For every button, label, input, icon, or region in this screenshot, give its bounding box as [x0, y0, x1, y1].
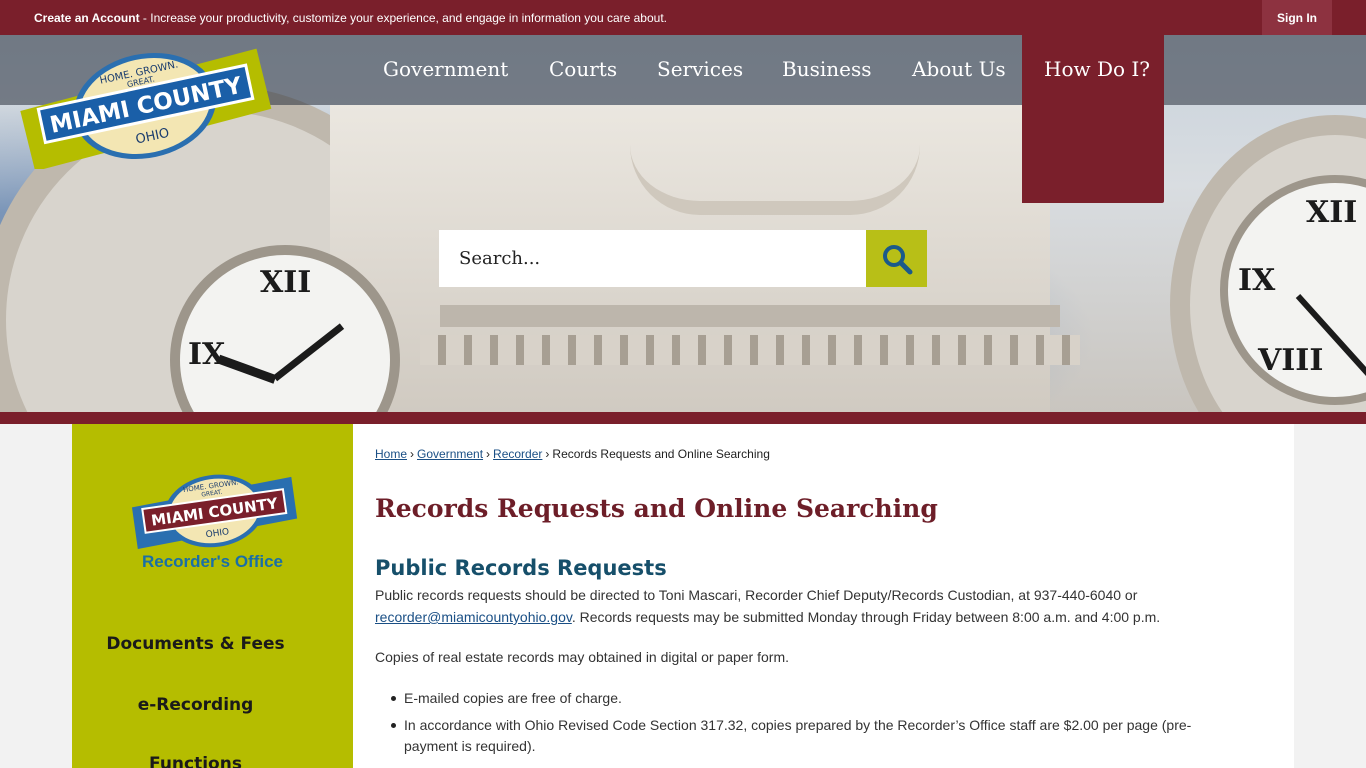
site-logo[interactable]: MIAMI COUNTY HOME. GROWN. GREAT. OHIO [16, 43, 274, 172]
breadcrumb-separator: › [486, 447, 491, 461]
nav-about-us[interactable]: About Us [912, 57, 1006, 81]
hero-garland-carving [630, 145, 920, 215]
miami-county-logo-graphic: MIAMI COUNTY HOME. GROWN. GREAT. OHIO [20, 48, 272, 172]
records-request-paragraph: Public records requests should be direct… [375, 584, 1195, 628]
hero-cornice [440, 305, 1060, 327]
breadcrumb-current: Records Requests and Online Searching [552, 447, 770, 461]
search-button[interactable] [866, 230, 927, 287]
nav-government[interactable]: Government [383, 57, 508, 81]
breadcrumb-home[interactable]: Home [375, 447, 407, 461]
section-heading: Public Records Requests [375, 556, 667, 580]
nav-services[interactable]: Services [657, 57, 743, 81]
recorder-email-link[interactable]: recorder@miamicountyohio.gov [375, 609, 572, 625]
sidebar-item-functions[interactable]: Functions [72, 754, 319, 768]
recorder-office-logo[interactable]: MIAMI COUNTY HOME. GROWN. GREAT. OHIO [129, 464, 299, 554]
sidebar-office-title: Recorder's Office [141, 552, 284, 571]
page-title: Records Requests and Online Searching [375, 494, 938, 523]
list-item: In accordance with Ohio Revised Code Sec… [389, 715, 1195, 757]
breadcrumb: Home › Government › Recorder › Records Request… [375, 447, 770, 461]
nav-how-do-i[interactable]: How Do I? [1022, 35, 1164, 203]
breadcrumb-separator: › [545, 447, 550, 461]
nav-courts[interactable]: Courts [549, 57, 617, 81]
top-utility-bar: Create an Account - Increase your produc… [0, 0, 1366, 35]
site-search-input[interactable] [439, 230, 866, 287]
create-account-link[interactable]: Create an Account - Increase your produc… [34, 11, 667, 25]
breadcrumb-separator: › [410, 447, 415, 461]
paragraph-text-1: Public records requests should be direct… [375, 587, 1138, 603]
copies-list: E-mailed copies are free of charge. In a… [389, 688, 1195, 763]
sidebar-item-documents-fees[interactable]: Documents & Fees [72, 634, 319, 654]
copies-paragraph: Copies of real estate records may obtain… [375, 649, 789, 665]
nav-business[interactable]: Business [782, 57, 871, 81]
breadcrumb-recorder[interactable]: Recorder [493, 447, 542, 461]
sidebar: MIAMI COUNTY HOME. GROWN. GREAT. OHIO Re… [72, 424, 353, 768]
create-account-tagline: - Increase your productivity, customize … [139, 11, 667, 25]
search-icon [882, 244, 912, 274]
hero-dentil-molding [420, 335, 1080, 365]
recorder-logo-graphic: MIAMI COUNTY HOME. GROWN. GREAT. OHIO [131, 474, 298, 549]
list-item: E-mailed copies are free of charge. [389, 688, 1195, 709]
header-divider-stripe [0, 412, 1366, 424]
create-account-label[interactable]: Create an Account [34, 11, 140, 25]
sign-in-button[interactable]: Sign In [1262, 0, 1332, 35]
sidebar-item-e-recording[interactable]: e-Recording [72, 695, 319, 715]
breadcrumb-government[interactable]: Government [417, 447, 483, 461]
nav-how-do-i-label[interactable]: How Do I? [1044, 57, 1150, 81]
paragraph-text-2: . Records requests may be submitted Mond… [571, 609, 1161, 625]
